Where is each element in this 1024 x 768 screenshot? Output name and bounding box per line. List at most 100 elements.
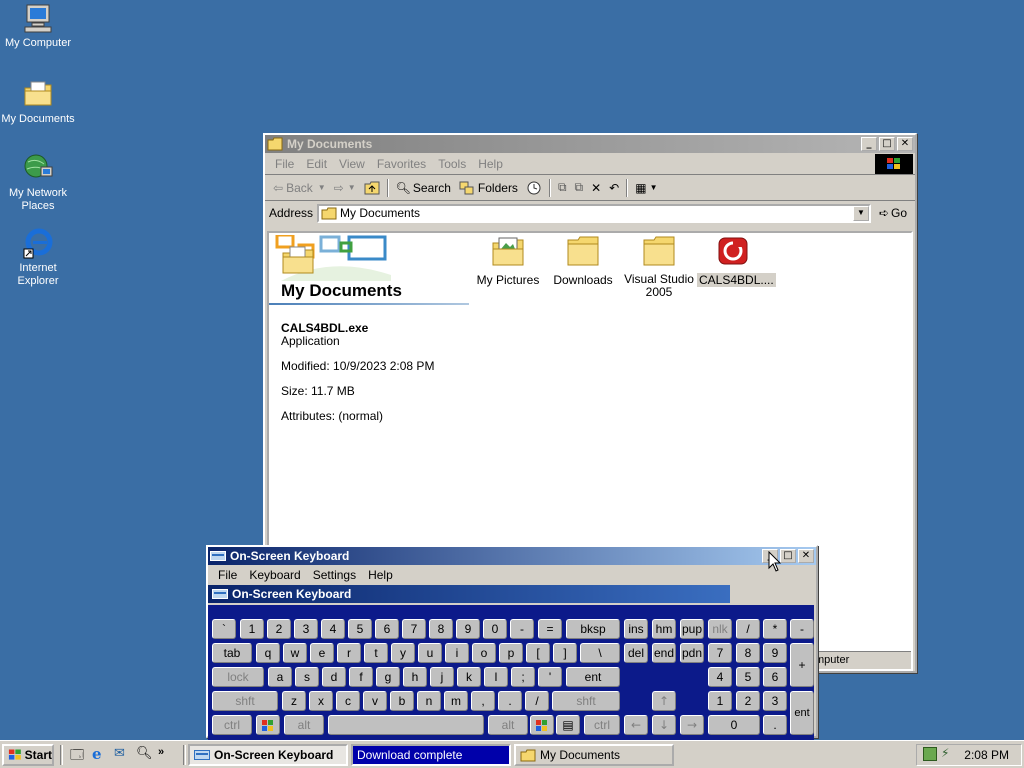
key-numpad-1[interactable]: 1 <box>708 691 732 711</box>
key-right-ctrl[interactable]: ctrl <box>584 715 620 735</box>
key-numpad-enter[interactable]: ent <box>790 691 814 735</box>
key-equals[interactable]: = <box>538 619 562 639</box>
history-button[interactable] <box>522 177 546 199</box>
key-numpad-2[interactable]: 2 <box>736 691 760 711</box>
key-s[interactable]: s <box>295 667 319 687</box>
key-right-shift[interactable]: shft <box>552 691 620 711</box>
desktop-icon-my-documents[interactable]: My Documents <box>0 78 76 126</box>
key-minus[interactable]: - <box>510 619 534 639</box>
key-t[interactable]: t <box>364 643 388 663</box>
key-3[interactable]: 3 <box>294 619 318 639</box>
key-r[interactable]: r <box>337 643 361 663</box>
menu-file[interactable]: File <box>212 568 243 582</box>
key-enter[interactable]: ent <box>566 667 620 687</box>
key-8[interactable]: 8 <box>429 619 453 639</box>
key-tab[interactable]: tab <box>212 643 252 663</box>
key-k[interactable]: k <box>457 667 481 687</box>
close-button[interactable]: ✕ <box>897 137 913 151</box>
key-numpad-minus[interactable]: - <box>790 619 814 639</box>
key-left-alt[interactable]: alt <box>284 715 324 735</box>
maximize-button[interactable]: □ <box>780 549 796 563</box>
key-caps-lock[interactable]: lock <box>212 667 264 687</box>
key-numpad-0[interactable]: 0 <box>708 715 760 735</box>
menu-settings[interactable]: Settings <box>307 568 362 582</box>
key-numpad-9[interactable]: 9 <box>763 643 787 663</box>
key-numpad-8[interactable]: 8 <box>736 643 760 663</box>
key-z[interactable]: z <box>282 691 306 711</box>
file-item-downloads[interactable]: Downloads <box>548 235 618 287</box>
key-left-ctrl[interactable]: ctrl <box>212 715 252 735</box>
desktop-icon-my-network-places[interactable]: My Network Places <box>0 152 76 213</box>
key-arrow-right[interactable]: → <box>680 715 704 735</box>
key-numpad-decimal[interactable]: . <box>763 715 787 735</box>
address-dropdown-button[interactable]: ▼ <box>852 205 869 221</box>
key-p[interactable]: p <box>499 643 523 663</box>
taskbar-button-my-documents[interactable]: My Documents <box>514 744 674 766</box>
key-e[interactable]: e <box>310 643 334 663</box>
key-numpad-divide[interactable]: / <box>736 619 760 639</box>
forward-button[interactable]: ⇨ ▼ <box>330 177 360 199</box>
key-end[interactable]: end <box>652 643 676 663</box>
key-insert[interactable]: ins <box>624 619 648 639</box>
key-numpad-3[interactable]: 3 <box>763 691 787 711</box>
key-right-alt[interactable]: alt <box>488 715 528 735</box>
tray-shield-icon[interactable] <box>923 747 937 761</box>
key-comma[interactable]: , <box>471 691 495 711</box>
key-page-down[interactable]: pdn <box>680 643 704 663</box>
key-d[interactable]: d <box>322 667 346 687</box>
key-v[interactable]: v <box>363 691 387 711</box>
key-y[interactable]: y <box>391 643 415 663</box>
key-page-up[interactable]: pup <box>680 619 704 639</box>
key-j[interactable]: j <box>430 667 454 687</box>
key-backtick[interactable]: ` <box>212 619 236 639</box>
key-numpad-plus[interactable]: + <box>790 643 814 687</box>
key-numpad-7[interactable]: 7 <box>708 643 732 663</box>
osk-drag-banner[interactable]: On-Screen Keyboard <box>208 585 730 603</box>
key-left-bracket[interactable]: [ <box>526 643 550 663</box>
key-x[interactable]: x <box>309 691 333 711</box>
menu-edit[interactable]: Edit <box>300 157 333 171</box>
key-o[interactable]: o <box>472 643 496 663</box>
key-arrow-left[interactable]: ← <box>624 715 648 735</box>
key-m[interactable]: m <box>444 691 468 711</box>
key-q[interactable]: q <box>256 643 280 663</box>
key-g[interactable]: g <box>376 667 400 687</box>
key-arrow-down[interactable]: ↓ <box>652 715 676 735</box>
key-5[interactable]: 5 <box>348 619 372 639</box>
key-delete[interactable]: del <box>624 643 648 663</box>
key-left-windows[interactable] <box>256 715 280 735</box>
key-c[interactable]: c <box>336 691 360 711</box>
taskbar-button-on-screen-keyboard[interactable]: On-Screen Keyboard <box>188 744 348 766</box>
key-numpad-5[interactable]: 5 <box>736 667 760 687</box>
key-h[interactable]: h <box>403 667 427 687</box>
key-4[interactable]: 4 <box>321 619 345 639</box>
menu-view[interactable]: View <box>333 157 371 171</box>
back-button[interactable]: ⇦ Back ▼ <box>269 177 330 199</box>
desktop-icon-my-computer[interactable]: My Computer <box>0 2 76 50</box>
key-2[interactable]: 2 <box>267 619 291 639</box>
key-f[interactable]: f <box>349 667 373 687</box>
copy-to-button[interactable]: ⧉ <box>571 177 588 199</box>
key-numpad-4[interactable]: 4 <box>708 667 732 687</box>
key-1[interactable]: 1 <box>240 619 264 639</box>
key-b[interactable]: b <box>390 691 414 711</box>
key-right-windows[interactable] <box>530 715 554 735</box>
key-backslash[interactable]: \ <box>580 643 620 663</box>
key-application-menu[interactable]: ▤ <box>556 715 580 735</box>
key-quote[interactable]: ' <box>538 667 562 687</box>
key-left-shift[interactable]: shft <box>212 691 278 711</box>
go-button[interactable]: ➪ Go <box>875 202 911 224</box>
key-semicolon[interactable]: ; <box>511 667 535 687</box>
menu-help[interactable]: Help <box>472 157 509 171</box>
close-button[interactable]: ✕ <box>798 549 814 563</box>
key-w[interactable]: w <box>283 643 307 663</box>
folders-button[interactable]: Folders <box>455 177 522 199</box>
key-u[interactable]: u <box>418 643 442 663</box>
taskbar-button-download-complete[interactable]: Download complete <box>351 744 511 766</box>
key-num-lock[interactable]: nlk <box>708 619 732 639</box>
windows-explorer-icon[interactable]: 🔍︎ <box>136 746 153 762</box>
start-button[interactable]: Start <box>2 744 54 766</box>
key-0[interactable]: 0 <box>483 619 507 639</box>
menu-file[interactable]: File <box>269 157 300 171</box>
menu-favorites[interactable]: Favorites <box>371 157 432 171</box>
